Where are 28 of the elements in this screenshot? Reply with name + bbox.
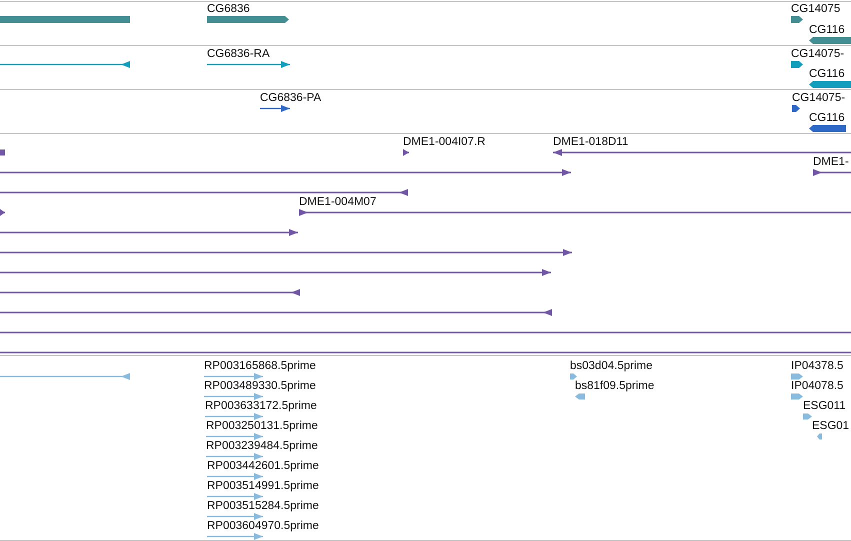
feature-label: CG116 [809, 111, 845, 125]
feature-label: CG14075- [791, 47, 844, 61]
feature-label: CG6836-PA [260, 91, 322, 105]
feature-label: RP003515284.5prime [207, 499, 319, 513]
feature-label: RP003633172.5prime [205, 399, 317, 413]
feature-label: bs81f09.5prime [575, 379, 654, 393]
feature-label: CG6836-RA [207, 47, 270, 61]
feature-label: IP04078.5 [791, 379, 844, 393]
feature-label: DME1-004M07 [299, 195, 376, 209]
feature-label: RP003489330.5prime [204, 379, 316, 393]
feature-label: RP003442601.5prime [207, 459, 319, 473]
feature-label: CG14075 [791, 2, 840, 16]
feature-label: CG116 [809, 67, 845, 81]
feature-label: RP003250131.5prime [206, 419, 318, 433]
feature-label: DME1-018D11 [553, 135, 628, 149]
feature-label: RP003165868.5prime [204, 359, 316, 373]
feature-label: DME1-004I07.R [403, 135, 486, 149]
feature-label: ESG011 [803, 399, 846, 413]
feature-label: RP003604970.5prime [207, 519, 319, 533]
feature-label: CG14075- [792, 91, 846, 105]
feature-label: CG6836 [207, 2, 250, 16]
feature-label: CG116 [809, 23, 845, 37]
feature-label: bs03d04.5prime [570, 359, 652, 373]
feature-label: DME1- [813, 155, 849, 169]
feature-label: RP003239484.5prime [206, 439, 318, 453]
feature-label: IP04378.5 [791, 359, 844, 373]
feature-label: ESG01 [812, 419, 850, 433]
feature-label: RP003514991.5prime [207, 479, 319, 493]
